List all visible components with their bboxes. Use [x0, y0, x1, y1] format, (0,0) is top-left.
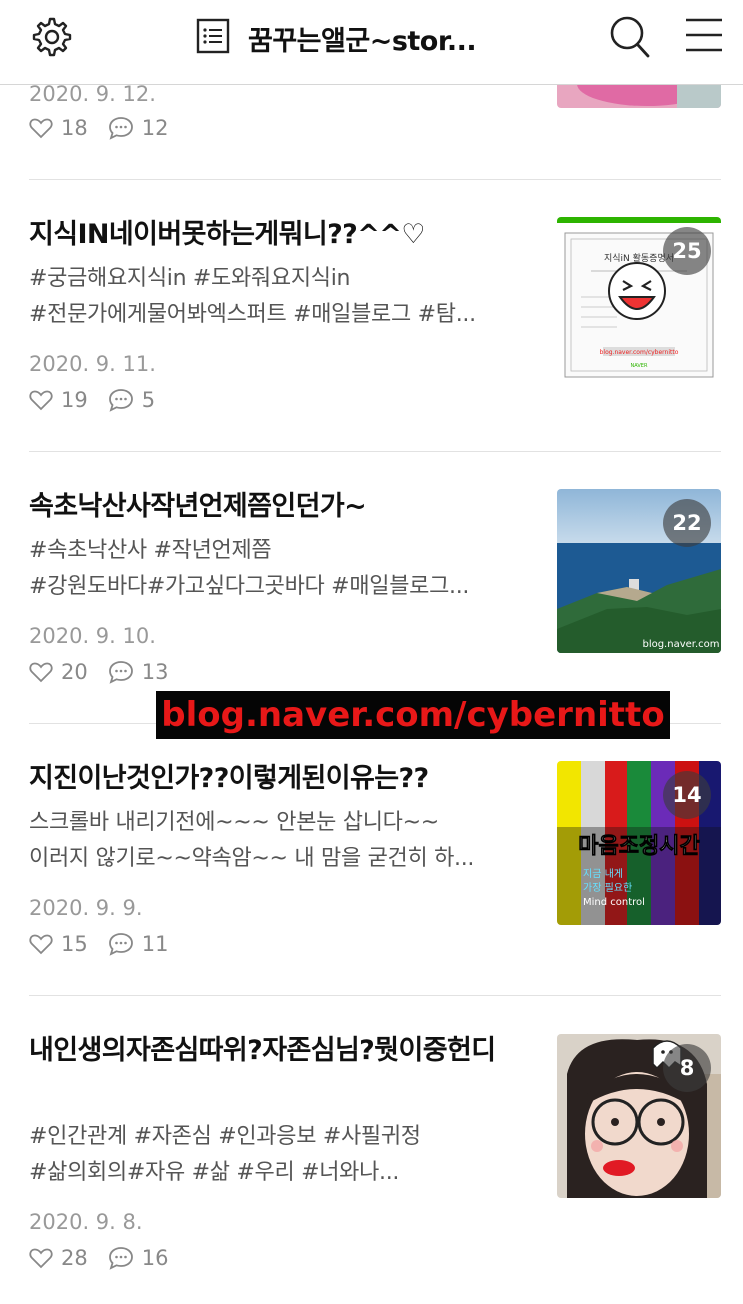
comment-icon [108, 661, 133, 684]
heart-icon [29, 390, 53, 411]
like-count-value: 28 [61, 1246, 88, 1270]
search-icon[interactable] [609, 15, 651, 59]
like-count[interactable]: 15 [29, 932, 88, 956]
image-count-badge: 8 [663, 1044, 711, 1092]
divider [29, 995, 721, 996]
comment-count-value: 16 [141, 1246, 169, 1270]
comment-icon [108, 117, 133, 140]
post-excerpt-line: #궁금해요지식in #도와줘요지식in [29, 266, 351, 291]
app-header: 꿈꾸는앨군~stor... [0, 0, 743, 85]
post-thumbnail[interactable]: 지식iN 활동증명서 blog.naver.com/cybernitto NAV… [557, 217, 721, 381]
list-icon [196, 18, 230, 58]
post-excerpt-line: #인간관계 #자존심 #인과응보 #사필귀정 [29, 1124, 421, 1149]
like-count[interactable]: 18 [29, 116, 88, 140]
blog-title-area[interactable]: 꿈꾸는앨군~stor... [196, 16, 477, 60]
comment-icon [108, 389, 133, 412]
divider [29, 451, 721, 452]
image-count-badge: 22 [663, 499, 711, 547]
certificate-link: blog.naver.com/cybernitto [600, 349, 679, 356]
like-count-value: 15 [61, 932, 88, 956]
comment-count-value: 11 [141, 932, 169, 956]
post-excerpt: #인간관계 #자존심 #인과응보 #사필귀정 #삶의회의#자유 #삶 #우리 #… [29, 1119, 529, 1191]
post-excerpt-line: 이러지 않기로~~약속암~~ 내 맘을 굳건히 하... [29, 846, 475, 871]
divider [29, 179, 721, 180]
comment-count[interactable]: 16 [108, 1246, 169, 1270]
post-thumbnail[interactable]: 마음조정시간 지금 내게 가장 필요한 Mind control 14 [557, 761, 721, 925]
post-date: 2020. 9. 9. [29, 896, 143, 920]
post-title: 속초낙산사작년언제쯤인던가~ [29, 491, 367, 522]
post-date: 2020. 9. 11. [29, 352, 156, 376]
comment-icon [108, 933, 133, 956]
post-date: 2020. 9. 10. [29, 624, 156, 648]
post-stats: 28 16 [29, 1246, 188, 1270]
post-thumbnail[interactable]: blog.naver.com 22 [557, 489, 721, 653]
post-excerpt-line: #강원도바다#가고싶다그곳바다 #매일블로그... [29, 574, 470, 599]
post-thumbnail[interactable]: 8 [557, 1034, 721, 1198]
post-title: 내인생의자존심따위?자존심님?뭣이중헌디 [29, 1035, 496, 1066]
post-excerpt: #궁금해요지식in #도와줘요지식in #전문가에게물어봐엑스퍼트 #매일블로그… [29, 261, 529, 333]
naver-logo: NAVER [631, 363, 648, 369]
post-excerpt-line: 스크롤바 내리기전에~~~ 안본눈 삽니다~~ [29, 810, 439, 835]
post-excerpt: 스크롤바 내리기전에~~~ 안본눈 삽니다~~ 이러지 않기로~~약속암~~ 내… [29, 805, 529, 877]
heart-icon [29, 662, 53, 683]
comment-icon [108, 1247, 133, 1270]
comment-count[interactable]: 13 [108, 660, 169, 684]
post-stats: 18 12 [29, 116, 188, 140]
like-count[interactable]: 19 [29, 388, 88, 412]
thumb-line-1: 지금 내게 [583, 868, 623, 880]
post-excerpt-line: #속초낙산사 #작년언제쯤 [29, 538, 272, 563]
blog-title: 꿈꾸는앨군~stor... [248, 25, 477, 57]
post-title: 지식IN네이버못하는게뭐니??^^♡ [29, 219, 425, 250]
photo-watermark: blog.naver.com [642, 639, 719, 650]
post-title: 지진이난것인가??이렇게된이유는?? [29, 763, 429, 794]
like-count-value: 19 [61, 388, 88, 412]
like-count[interactable]: 28 [29, 1246, 88, 1270]
post-stats: 19 5 [29, 388, 175, 412]
gear-icon[interactable] [30, 15, 74, 59]
like-count[interactable]: 20 [29, 660, 88, 684]
thumb-main-text: 마음조정시간 [578, 834, 699, 859]
watermark-banner: blog.naver.com/cybernitto [156, 691, 670, 739]
comment-count[interactable]: 5 [108, 388, 155, 412]
heart-icon [29, 118, 53, 139]
heart-icon [29, 1248, 53, 1269]
comment-count-value: 12 [141, 116, 169, 140]
comment-count-value: 5 [141, 388, 156, 412]
like-count-value: 20 [61, 660, 88, 684]
post-date: 2020. 9. 12. [29, 82, 156, 106]
post-excerpt: #속초낙산사 #작년언제쯤 #강원도바다#가고싶다그곳바다 #매일블로그... [29, 533, 529, 605]
comment-count[interactable]: 12 [108, 116, 169, 140]
heart-icon [29, 934, 53, 955]
post-excerpt-line: #삶의회의#자유 #삶 #우리 #너와나... [29, 1160, 400, 1185]
post-date: 2020. 9. 8. [29, 1210, 143, 1234]
menu-icon[interactable] [685, 17, 723, 53]
comment-count[interactable]: 11 [108, 932, 169, 956]
thumb-line-2: 가장 필요한 [583, 882, 632, 894]
post-excerpt-line: #전문가에게물어봐엑스퍼트 #매일블로그 #탐... [29, 302, 476, 327]
image-count-badge: 25 [663, 227, 711, 275]
like-count-value: 18 [61, 116, 88, 140]
post-stats: 15 11 [29, 932, 188, 956]
image-count-badge: 14 [663, 771, 711, 819]
comment-count-value: 13 [141, 660, 169, 684]
thumb-line-3: Mind control [583, 897, 645, 908]
post-stats: 20 13 [29, 660, 188, 684]
